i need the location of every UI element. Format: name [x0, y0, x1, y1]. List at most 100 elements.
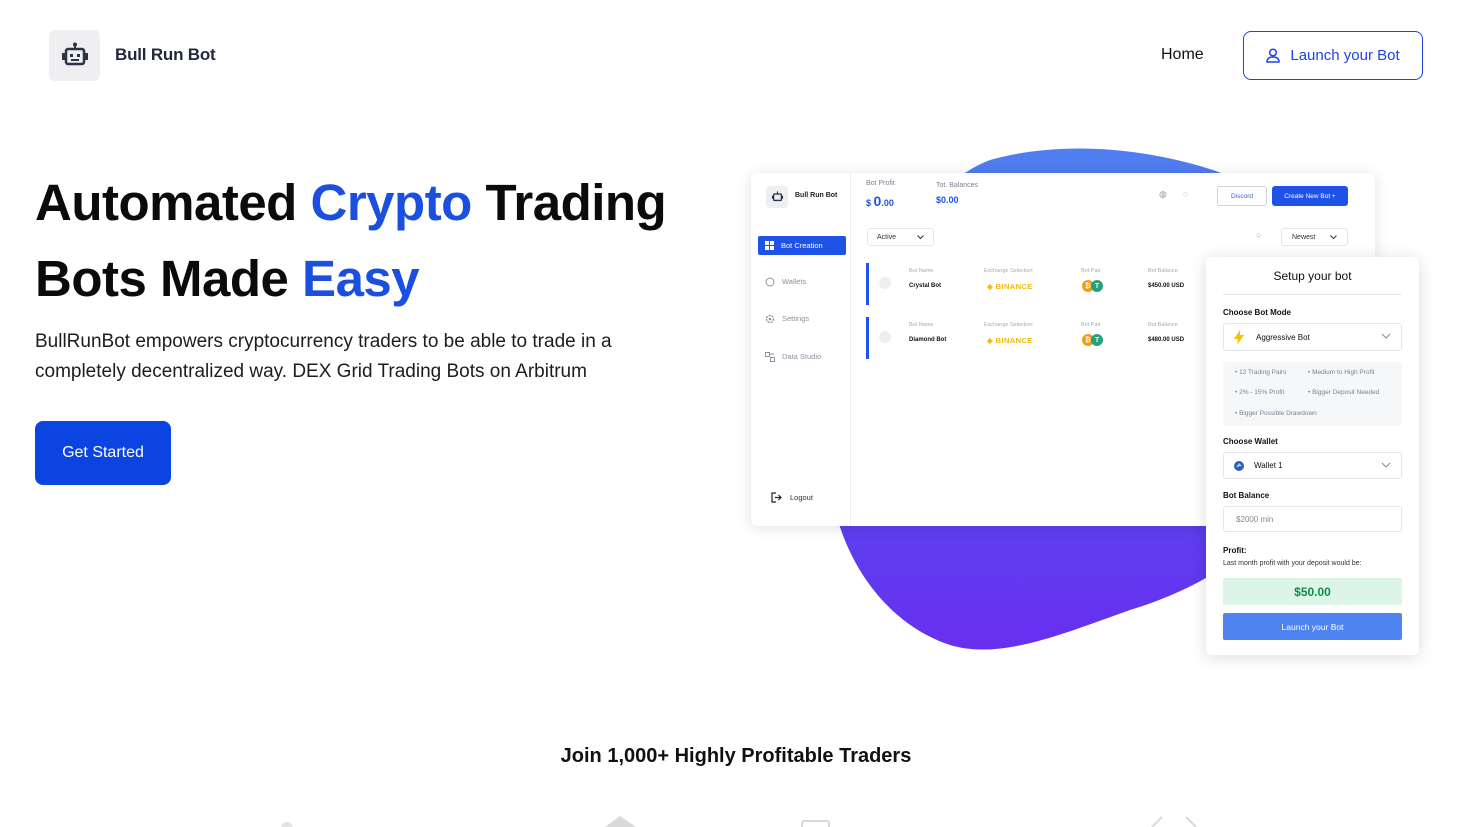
bot-balance-input[interactable]: $2000 min [1223, 506, 1402, 532]
hero-title-highlight-crypto: Crypto [310, 174, 473, 231]
hero-title-part2: Trading [471, 174, 667, 231]
wallet-avatar-icon [1234, 460, 1244, 471]
col-pair-label: Bot Pair [1081, 268, 1101, 274]
hero-description: BullRunBot empowers cryptocurrency trade… [35, 331, 612, 382]
tot-balances-label: Tot. Balances [936, 182, 979, 189]
data-icon [765, 351, 775, 362]
bot-mode-label: Choose Bot Mode [1223, 308, 1291, 317]
feature-text: 12 Trading Pairs [1239, 369, 1287, 376]
exchange-name: ◈ BINANCE [987, 336, 1033, 345]
chevron-down-icon [1330, 234, 1337, 239]
profit-description: Last month profit with your deposit woul… [1223, 560, 1362, 567]
setup-title: Setup your bot [1273, 269, 1352, 283]
setup-launch-button[interactable]: Launch your Bot [1223, 613, 1402, 640]
col-balance-label: Bot Balance [1148, 268, 1178, 274]
brand-name: Bull Run Bot [115, 45, 216, 64]
hero-title: Automated Crypto Trading Bots Made Easy [35, 165, 715, 317]
clock-icon [879, 331, 891, 343]
bot-profit-value: $ 0.00 [866, 193, 894, 209]
dashboard-brand: Bull Run Bot [795, 192, 838, 199]
wallet-select[interactable]: Wallet 1 [1223, 452, 1402, 479]
tether-icon: T [1091, 334, 1103, 346]
exchange-label: BINANCE [995, 282, 1033, 291]
status-filter-value: Active [877, 233, 897, 241]
profit-label: Profit: [1223, 546, 1247, 555]
partner-logo-icon [281, 822, 293, 827]
nav-home-link[interactable]: Home [1161, 46, 1204, 64]
divider [1223, 294, 1402, 295]
chevron-down-icon [1381, 333, 1391, 339]
hero-title-part3: Bots Made [35, 250, 303, 307]
sidebar-item-wallets[interactable]: Wallets [758, 272, 846, 291]
bot-mode-value: Aggressive Bot [1256, 332, 1310, 342]
logo[interactable] [49, 30, 100, 81]
wallet-label: Choose Wallet [1223, 437, 1278, 446]
grid-icon [765, 241, 774, 250]
gear-icon [765, 314, 775, 323]
status-filter-select[interactable]: Active [867, 228, 934, 246]
col-exchange-label: Exchange Selection [984, 322, 1033, 328]
logout-button[interactable]: Logout [771, 492, 813, 503]
tether-icon: T [1091, 280, 1103, 292]
exchange-name: ◈ BINANCE [987, 282, 1033, 291]
notification-icon[interactable]: ◌ [1183, 189, 1188, 200]
feature-item: • Bigger Deposit Needed [1308, 389, 1380, 396]
pair-icons: ₿ T [1082, 334, 1103, 346]
wallet-value: Wallet 1 [1254, 461, 1283, 470]
robot-icon [61, 42, 88, 65]
top-icons: ◍ ◌ [1159, 189, 1188, 200]
robot-icon [771, 191, 783, 202]
sort-select[interactable]: Newest [1281, 228, 1348, 246]
sidebar-item-bot-creation[interactable]: Bot Creation [758, 236, 846, 255]
sidebar-item-data-studio[interactable]: Data Studio [758, 347, 846, 366]
feature-item: • 12 Trading Pairs [1235, 369, 1287, 376]
dashboard-logo [766, 186, 788, 208]
tot-balances-value: $0.00 [936, 195, 959, 205]
feature-text: Bigger Deposit Needed [1312, 389, 1380, 396]
sidebar-item-label: Wallets [782, 277, 807, 286]
get-started-button[interactable]: Get Started [35, 421, 171, 485]
globe-icon[interactable]: ◍ [1159, 189, 1167, 200]
sidebar-item-label: Settings [782, 314, 810, 323]
create-new-bot-button[interactable]: Create New Bot + [1272, 186, 1348, 206]
col-balance-label: Bot Balance [1148, 322, 1178, 328]
bot-profit-label: Bot Profit [866, 180, 895, 187]
sort-value: Newest [1292, 233, 1316, 241]
search-icon[interactable]: ○ [1256, 230, 1261, 240]
dashboard-sidebar: Bull Run Bot Bot Creation Wallets Settin… [751, 173, 851, 526]
hero-title-part1: Automated [35, 174, 311, 231]
feature-item: • Medium to High Profit [1308, 369, 1375, 376]
pair-icons: ₿ T [1082, 280, 1103, 292]
partner-logo-icon [801, 820, 830, 827]
setup-bot-panel: Setup your bot Choose Bot Mode Aggressiv… [1206, 257, 1419, 655]
logout-icon [771, 492, 782, 503]
partner-logo-icon [605, 816, 636, 827]
col-exchange-label: Exchange Selection [984, 268, 1033, 274]
bot-balance: $480.00 USD [1148, 337, 1185, 343]
chevron-down-icon [1381, 462, 1391, 468]
sidebar-item-settings[interactable]: Settings [758, 309, 846, 328]
feature-item: • 2% - 15% Profit [1235, 389, 1285, 396]
wallet-icon [765, 277, 775, 286]
bot-profit-cents: .00 [881, 198, 894, 208]
hero-title-highlight-easy: Easy [302, 250, 420, 307]
logout-label: Logout [790, 493, 813, 502]
bot-name: Crystal Bot [909, 283, 942, 289]
chevron-down-icon [917, 234, 924, 239]
launch-bot-label: Launch your Bot [1290, 47, 1400, 64]
bot-name: Diamond Bot [909, 337, 947, 343]
feature-item: • Bigger Possible Drawdown [1235, 410, 1317, 417]
col-bot-name-label: Bot Name [909, 322, 934, 328]
partner-logos [281, 816, 1197, 827]
profit-value: $50.00 [1223, 578, 1402, 605]
exchange-label: BINANCE [995, 336, 1033, 345]
feature-text: Bigger Possible Drawdown [1239, 410, 1317, 417]
launch-bot-button[interactable]: Launch your Bot [1243, 31, 1423, 80]
discord-button[interactable]: Discord [1217, 186, 1267, 206]
sidebar-item-label: Bot Creation [781, 241, 823, 250]
bot-profit-currency: $ [866, 198, 872, 208]
bot-mode-select[interactable]: Aggressive Bot [1223, 323, 1402, 351]
bot-balance: $450.00 USD [1148, 283, 1185, 289]
clock-icon [879, 277, 891, 289]
lightning-icon [1234, 329, 1244, 345]
